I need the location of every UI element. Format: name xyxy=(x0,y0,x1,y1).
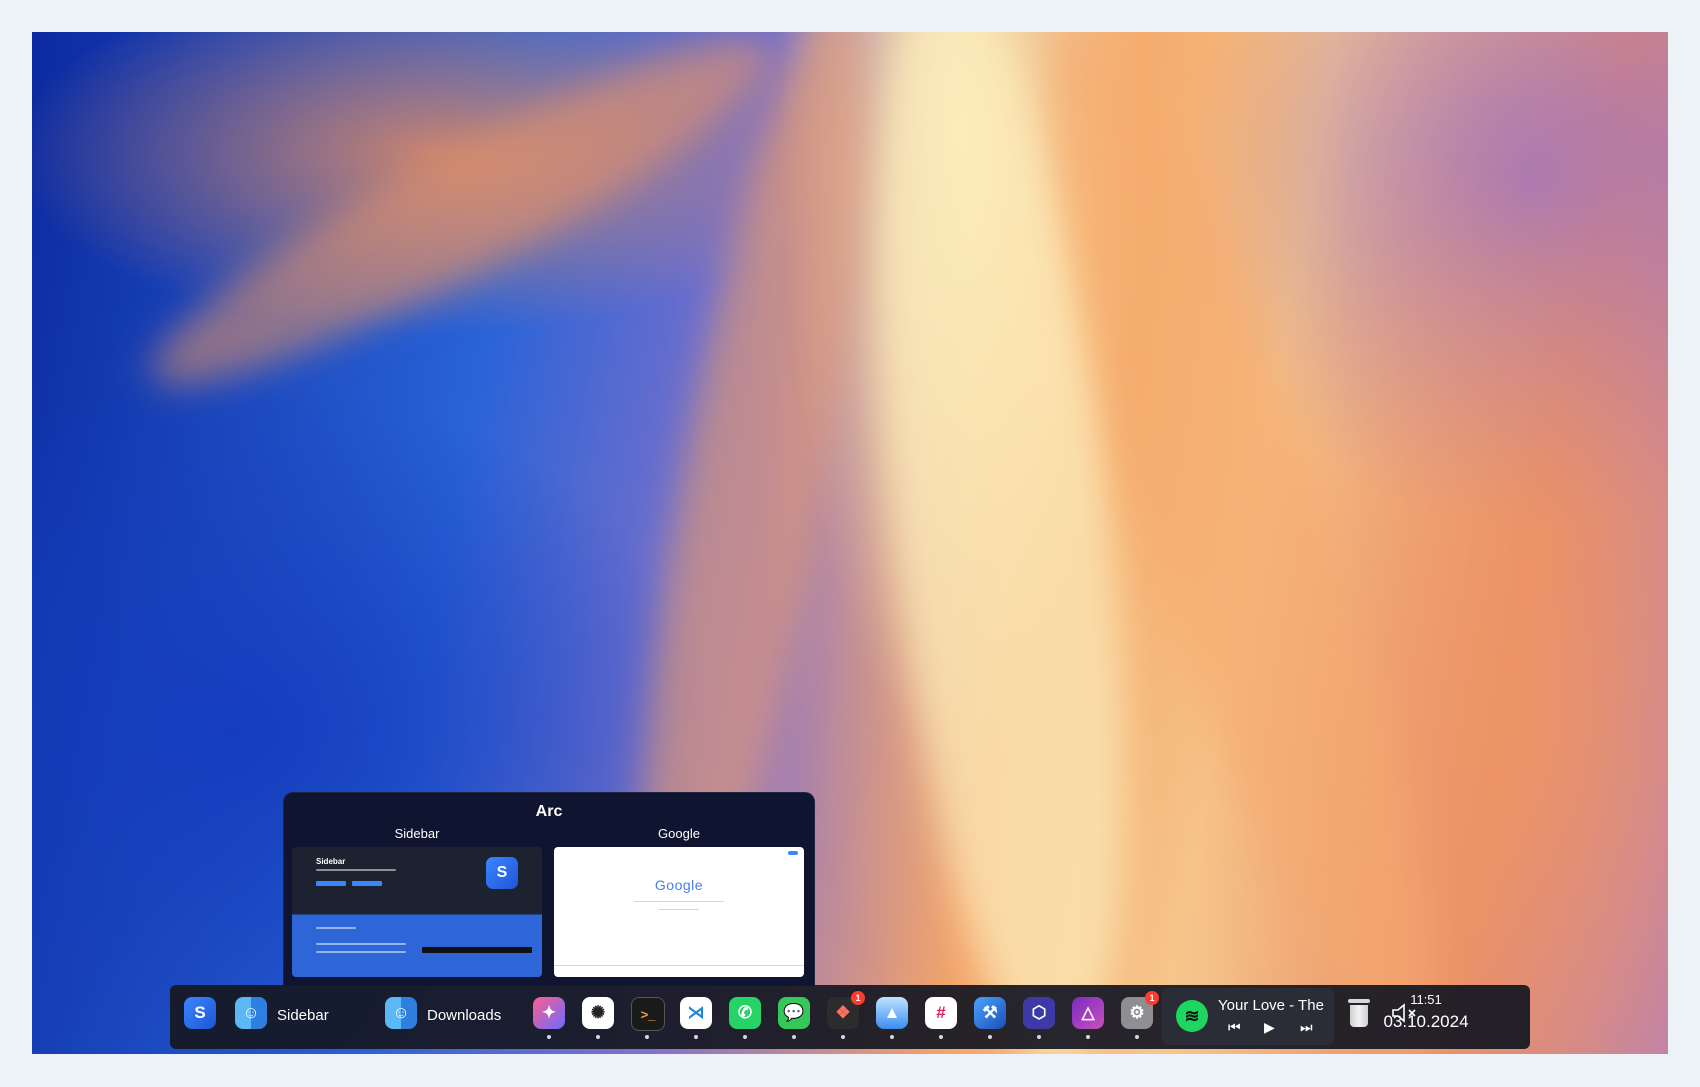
thumb-text-line xyxy=(316,927,356,929)
clock-time: 11:51 xyxy=(1410,992,1442,1007)
running-indicator xyxy=(792,1035,796,1039)
arc-window-preview: Arc Sidebar Sidebar S Google Google xyxy=(283,792,815,986)
thumb-text-line xyxy=(316,943,406,945)
dock-task-label: Downloads xyxy=(427,1007,502,1024)
figma-icon[interactable]: ❖ 1 xyxy=(827,991,865,1029)
finder-icon: ☺ xyxy=(385,997,417,1029)
dock-task-label: Sidebar xyxy=(277,1007,329,1024)
thumb-button xyxy=(316,881,346,886)
finder-icon: ☺ xyxy=(235,997,267,1029)
messages-icon[interactable]: 💬 xyxy=(778,997,810,1029)
thumb-footer-line xyxy=(554,965,804,966)
thumb-google-logo: Google xyxy=(654,877,704,893)
sidebar-app-glyph: S xyxy=(194,1003,206,1022)
running-indicator xyxy=(694,1035,698,1039)
vscode-icon[interactable]: ⋊ xyxy=(680,997,712,1029)
sidebar-app-icon[interactable]: S xyxy=(184,997,216,1029)
window-preview-sidebar[interactable]: Sidebar Sidebar S xyxy=(292,825,542,977)
thumb-signin-button xyxy=(788,851,798,855)
running-indicator xyxy=(1086,1035,1090,1039)
arc-preview-title: Arc xyxy=(535,803,563,820)
previous-track-icon[interactable]: ⏮ xyxy=(1228,1019,1241,1036)
thumb-mini-dock xyxy=(422,947,532,953)
running-indicator xyxy=(890,1035,894,1039)
running-indicator xyxy=(1037,1035,1041,1039)
terminal-icon[interactable]: >_ xyxy=(631,997,665,1031)
window-thumbnail-sidebar[interactable]: Sidebar S xyxy=(292,847,542,977)
window-preview-label: Sidebar xyxy=(394,826,440,841)
chatgpt-icon[interactable]: ✺ xyxy=(582,997,614,1029)
thumb-search-box xyxy=(634,901,724,902)
window-thumbnail-google[interactable]: Google xyxy=(554,847,804,977)
now-playing-widget: ≋ Your Love - The ⏮ ▶ ⏭ xyxy=(1162,988,1334,1045)
running-indicator xyxy=(988,1035,992,1039)
arc-icon[interactable]: ✦ xyxy=(533,997,565,1029)
running-indicator xyxy=(547,1035,551,1039)
testflight-icon[interactable]: ▲ xyxy=(876,997,908,1029)
desktop-wallpaper xyxy=(32,32,1668,1054)
slack-icon[interactable]: # xyxy=(925,997,957,1029)
running-indicator xyxy=(841,1035,845,1039)
next-track-icon[interactable]: ⏭ xyxy=(1300,1019,1313,1036)
window-preview-google[interactable]: Google Google xyxy=(554,825,804,977)
dock: S ☺ Sidebar ☺ Downloads ✦ ✺ >_ ⋊ ✆ 💬 ❖ 1… xyxy=(170,985,1530,1049)
settings-icon[interactable]: ⚙ 1 xyxy=(1121,991,1159,1029)
running-indicator xyxy=(1135,1035,1139,1039)
wallpaper-light-ray xyxy=(124,32,800,430)
dock-task-downloads[interactable]: ☺ Downloads xyxy=(385,997,515,1037)
spotify-icon[interactable]: ≋ xyxy=(1176,1000,1208,1032)
running-indicator xyxy=(743,1035,747,1039)
thumb-sidebar-logo: S xyxy=(486,857,518,889)
affinity-icon[interactable]: △ xyxy=(1072,997,1104,1029)
notification-badge: 1 xyxy=(851,991,865,1005)
clock-date: 03.10.2024 xyxy=(1383,1012,1469,1031)
whatsapp-icon[interactable]: ✆ xyxy=(729,997,761,1029)
thumb-heading: Sidebar xyxy=(316,857,346,866)
running-indicator xyxy=(939,1035,943,1039)
running-indicator xyxy=(645,1035,649,1039)
window-preview-label: Google xyxy=(658,826,700,841)
thumb-text-line xyxy=(659,909,699,910)
cube-icon[interactable]: ⬡ xyxy=(1023,997,1055,1029)
thumb-button xyxy=(352,881,382,886)
notification-badge: 1 xyxy=(1145,991,1159,1005)
thumb-text-line xyxy=(316,869,396,871)
play-icon[interactable]: ▶ xyxy=(1264,1019,1275,1036)
thumb-text-line xyxy=(316,951,406,953)
running-indicator xyxy=(596,1035,600,1039)
now-playing-title: Your Love - The xyxy=(1218,997,1324,1014)
dock-task-sidebar[interactable]: ☺ Sidebar xyxy=(235,997,355,1037)
xcode-icon[interactable]: ⚒ xyxy=(974,997,1006,1029)
